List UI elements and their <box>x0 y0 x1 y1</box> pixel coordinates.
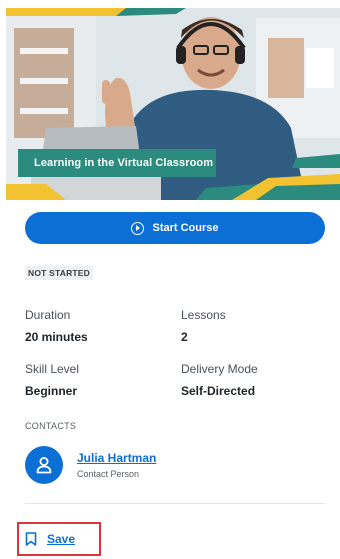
course-hero-image: Learning in the Virtual Classroom <box>6 8 340 200</box>
divider <box>25 503 325 504</box>
start-course-label: Start Course <box>152 222 219 234</box>
bookmark-icon <box>25 532 37 546</box>
course-title-banner: Learning in the Virtual Classroom <box>18 149 216 177</box>
delivery-mode-label: Delivery Mode <box>181 362 258 376</box>
save-button[interactable]: Save <box>25 532 75 546</box>
contacts-heading: CONTACTS <box>25 421 77 431</box>
lessons-value: 2 <box>181 330 188 344</box>
play-circle-icon <box>131 221 145 235</box>
save-label: Save <box>47 532 76 546</box>
start-course-button[interactable]: Start Course <box>25 212 325 244</box>
delivery-mode-value: Self-Directed <box>181 384 256 398</box>
lessons-label: Lessons <box>181 308 226 322</box>
avatar <box>25 446 63 484</box>
contact-name-link[interactable]: Julia Hartman <box>77 451 156 465</box>
status-badge: NOT STARTED <box>25 266 94 280</box>
contact-role: Contact Person <box>77 469 140 479</box>
duration-value: 20 minutes <box>25 330 88 344</box>
duration-label: Duration <box>25 308 71 322</box>
skill-level-label: Skill Level <box>25 362 80 376</box>
skill-level-value: Beginner <box>25 384 78 398</box>
person-icon <box>36 457 52 474</box>
